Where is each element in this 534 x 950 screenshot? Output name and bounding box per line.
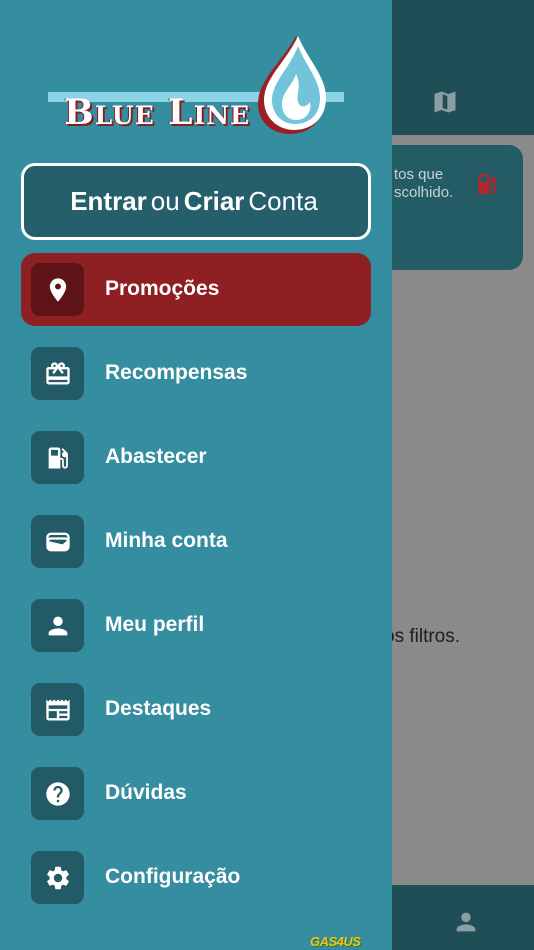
menu-label: Destaques xyxy=(105,697,212,720)
menu-label: Configuração xyxy=(105,865,241,888)
menu-item-recompensas[interactable]: Recompensas xyxy=(21,337,371,410)
map-icon[interactable] xyxy=(430,88,460,116)
account-text: Conta xyxy=(248,186,318,216)
menu-item-minha-conta[interactable]: Minha conta xyxy=(21,505,371,578)
signup-text: Criar xyxy=(183,186,245,216)
menu-item-duvidas[interactable]: Dúvidas xyxy=(21,757,371,830)
menu-icon-box xyxy=(31,347,84,400)
menu-icon-box xyxy=(31,683,84,736)
menu-label: Meu perfil xyxy=(105,613,205,636)
navigation-drawer: Blue Line Entrar ou Criar Conta Promoçõe… xyxy=(0,0,392,950)
menu-label: Dúvidas xyxy=(105,781,187,804)
station-card-text: tos que scolhido. xyxy=(394,166,454,201)
menu-label: Abastecer xyxy=(105,445,207,468)
menu-icon-box xyxy=(31,767,84,820)
fuel-pump-icon xyxy=(478,174,497,194)
empty-state-text: os filtros. xyxy=(384,626,461,647)
menu-label: Promoções xyxy=(105,277,220,300)
logo-text: Blue Line xyxy=(64,92,251,133)
newspaper-icon xyxy=(45,699,70,720)
person-icon xyxy=(48,616,67,635)
menu-icon-box xyxy=(31,263,84,316)
gift-card-icon xyxy=(45,361,70,384)
menu-item-destaques[interactable]: Destaques xyxy=(21,673,371,746)
gear-icon xyxy=(46,866,69,889)
menu-label: Recompensas xyxy=(105,361,248,384)
profile-tab-icon[interactable] xyxy=(452,908,480,936)
menu-item-configuracao[interactable]: Configuração xyxy=(21,841,371,914)
powered-by-logo: GAS4US xyxy=(310,934,361,949)
wallet-icon xyxy=(45,532,70,551)
flame-drop-icon xyxy=(258,36,326,134)
menu-item-abastecer[interactable]: Abastecer xyxy=(21,421,371,494)
menu-item-promocoes[interactable]: Promoções xyxy=(21,253,371,326)
drawer-menu: Promoções Recompensas Abastecer Minha co… xyxy=(21,253,371,925)
login-or-signup-button[interactable]: Entrar ou Criar Conta xyxy=(21,163,371,240)
menu-item-meu-perfil[interactable]: Meu perfil xyxy=(21,589,371,662)
help-icon xyxy=(45,781,70,806)
menu-label: Minha conta xyxy=(105,529,228,552)
login-text: Entrar xyxy=(70,186,147,216)
menu-icon-box xyxy=(31,431,84,484)
login-or-text: ou xyxy=(150,186,180,216)
menu-icon-box xyxy=(31,515,84,568)
blue-line-logo: Blue Line xyxy=(46,34,346,136)
menu-icon-box xyxy=(31,599,84,652)
fuel-pump-icon xyxy=(48,447,68,468)
menu-icon-box xyxy=(31,851,84,904)
location-pin-icon xyxy=(49,277,66,302)
